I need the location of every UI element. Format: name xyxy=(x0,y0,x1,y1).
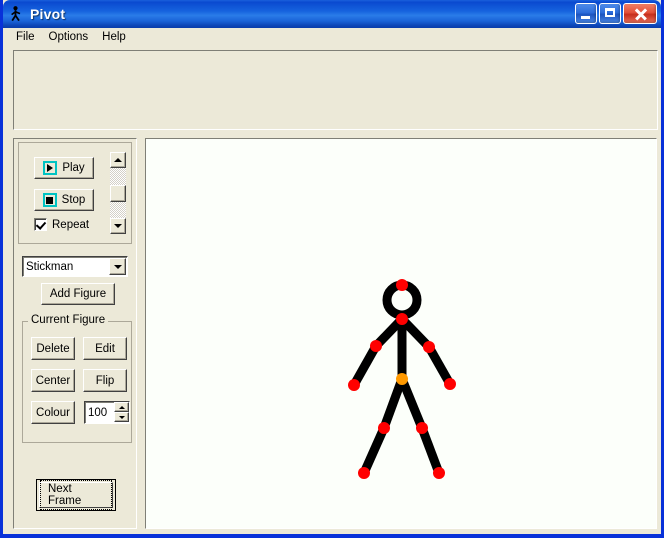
figure-type-value: Stickman xyxy=(26,260,74,273)
joint-right-elbow[interactable] xyxy=(423,341,435,353)
stop-button[interactable]: Stop xyxy=(34,189,94,211)
right-knee-to-foot[interactable] xyxy=(417,426,444,475)
next-frame-label: Next Frame xyxy=(40,480,112,510)
scroll-down-arrow-icon[interactable] xyxy=(110,218,126,234)
joint-hip[interactable] xyxy=(396,373,408,385)
joint-neck[interactable] xyxy=(396,313,408,325)
delete-label: Delete xyxy=(36,342,70,355)
joint-right-hand[interactable] xyxy=(444,378,456,390)
frames-strip-panel[interactable] xyxy=(13,50,658,130)
repeat-label: Repeat xyxy=(52,218,90,231)
flip-button[interactable]: Flip xyxy=(83,369,127,392)
figure-size-value: 100 xyxy=(88,406,108,419)
checkmark-icon xyxy=(34,218,47,231)
stop-button-label: Stop xyxy=(61,194,86,206)
play-button[interactable]: Play xyxy=(34,157,94,179)
title-bar: Pivot xyxy=(3,0,661,28)
add-figure-button[interactable]: Add Figure xyxy=(41,283,115,305)
stickman-icon xyxy=(8,5,26,23)
joint-head-top[interactable] xyxy=(396,279,408,291)
chevron-down-icon[interactable] xyxy=(109,258,126,275)
maximize-button[interactable] xyxy=(599,3,621,24)
center-label: Center xyxy=(35,374,71,387)
client-area: Play Stop Repeat Stickman Add Figure Cur… xyxy=(3,47,661,534)
hip-to-right-knee[interactable] xyxy=(397,377,427,430)
joint-left-hand[interactable] xyxy=(348,379,360,391)
flip-label: Flip xyxy=(95,374,115,387)
play-icon xyxy=(43,161,58,175)
current-figure-legend: Current Figure xyxy=(28,314,109,326)
spin-down-arrow-icon[interactable] xyxy=(114,412,129,422)
menu-bar: File Options Help xyxy=(3,28,661,47)
play-button-label: Play xyxy=(62,162,85,174)
figure-joints[interactable] xyxy=(348,279,456,479)
repeat-checkbox[interactable]: Repeat xyxy=(34,218,89,231)
scroll-up-arrow-icon[interactable] xyxy=(110,152,126,168)
window-title: Pivot xyxy=(30,6,66,22)
figure-size-spinner[interactable]: 100 xyxy=(84,401,130,424)
speed-scrollbar[interactable] xyxy=(109,151,127,235)
close-button[interactable] xyxy=(623,3,657,24)
joint-left-foot[interactable] xyxy=(358,467,370,479)
right-elbow-to-hand[interactable] xyxy=(425,344,454,387)
next-frame-button[interactable]: Next Frame xyxy=(36,479,116,511)
stop-icon xyxy=(42,193,57,207)
controls-panel: Play Stop Repeat Stickman Add Figure Cur… xyxy=(13,138,137,529)
edit-button[interactable]: Edit xyxy=(83,337,127,360)
spin-up-arrow-icon[interactable] xyxy=(114,402,129,412)
joint-right-foot[interactable] xyxy=(433,467,445,479)
next-frame-inner: Next Frame xyxy=(39,480,113,510)
left-knee-to-foot[interactable] xyxy=(359,426,389,475)
left-elbow-to-hand[interactable] xyxy=(350,343,380,388)
minimize-button[interactable] xyxy=(575,3,597,24)
center-button[interactable]: Center xyxy=(31,369,75,392)
scrollbar-thumb[interactable] xyxy=(110,185,126,202)
hip-to-left-knee[interactable] xyxy=(379,377,407,430)
joint-right-knee[interactable] xyxy=(416,422,428,434)
stickman-figure[interactable] xyxy=(146,139,658,530)
spinner-buttons xyxy=(114,402,129,423)
colour-label: Colour xyxy=(36,406,70,419)
figure-type-combobox[interactable]: Stickman xyxy=(22,256,128,277)
colour-button[interactable]: Colour xyxy=(31,401,75,424)
edit-label: Edit xyxy=(95,342,115,355)
animation-canvas[interactable] xyxy=(145,138,657,529)
menu-item-file[interactable]: File xyxy=(9,29,42,46)
add-figure-label: Add Figure xyxy=(49,288,107,300)
joint-left-elbow[interactable] xyxy=(370,340,382,352)
caption-buttons xyxy=(575,3,657,24)
delete-button[interactable]: Delete xyxy=(31,337,75,360)
figure-bones xyxy=(350,315,454,475)
menu-item-help[interactable]: Help xyxy=(95,29,133,46)
joint-left-knee[interactable] xyxy=(378,422,390,434)
pivot-window: Pivot File Options Help Play Stop Repeat… xyxy=(0,0,664,538)
menu-item-options[interactable]: Options xyxy=(42,29,96,46)
